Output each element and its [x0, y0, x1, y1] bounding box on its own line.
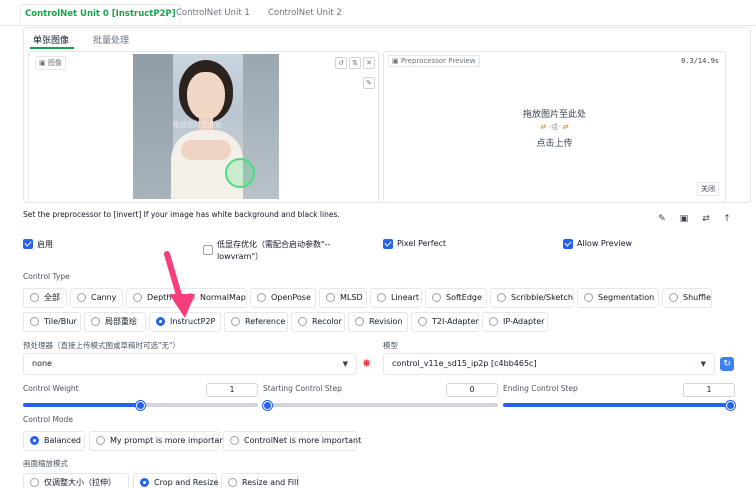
portrait-image: 拖放图片至此处: [133, 54, 279, 199]
click-upload[interactable]: 点击上传: [384, 136, 725, 149]
tab-unit-1[interactable]: ControlNet Unit 1: [172, 4, 254, 22]
upload-icon[interactable]: ↑: [720, 213, 734, 225]
control-mode-prompt[interactable]: My prompt is more important: [89, 431, 228, 451]
control-type-ip-adapter[interactable]: IP-Adapter: [482, 312, 548, 332]
pixel-perfect-checkbox[interactable]: [383, 239, 393, 249]
chevron-down-icon: ▼: [342, 360, 348, 368]
camera-icon[interactable]: ▣: [677, 213, 691, 225]
model-label: 模型: [383, 341, 398, 350]
control-type-inpaint[interactable]: 局部重绘: [84, 312, 146, 332]
preprocessor-label: 预处理器（直接上传模式图或草稿时可选"无"）: [23, 341, 180, 350]
control-type-reference[interactable]: Reference: [224, 312, 288, 332]
control-type-softedge[interactable]: SoftEdge: [425, 288, 487, 308]
preprocessor-select[interactable]: none ▼: [23, 353, 357, 375]
image-label-text: 图像: [47, 59, 62, 67]
invert-hint: Set the preprocessor to [invert] If your…: [23, 210, 340, 219]
close-icon[interactable]: ✕: [363, 57, 375, 69]
control-weight-slider[interactable]: [23, 400, 258, 410]
image-icon: ▣: [39, 59, 48, 67]
control-type-revision[interactable]: Revision: [348, 312, 408, 332]
control-type-scribble[interactable]: Scribble/Sketch: [490, 288, 574, 308]
resize-mode-label: 画面缩放模式: [23, 459, 68, 468]
model-value: control_v11e_sd15_ip2p [c4bb465c]: [392, 359, 537, 368]
refresh-icon[interactable]: ↻: [720, 357, 734, 371]
starting-step-label: Starting Control Step: [263, 384, 342, 393]
control-type-recolor[interactable]: Recolor: [291, 312, 345, 332]
allow-preview-checkbox[interactable]: [563, 239, 573, 249]
or-text-label: -或-: [548, 123, 561, 131]
control-type-shuffle[interactable]: Shuffle: [662, 288, 712, 308]
control-mode-balanced[interactable]: Balanced: [23, 431, 85, 451]
ending-step-input[interactable]: 1: [683, 383, 735, 397]
slider-thumb[interactable]: [136, 400, 145, 410]
subtab-single-image[interactable]: 单张图像: [33, 33, 69, 46]
explosion-icon[interactable]: ✸: [362, 357, 371, 370]
arrows-icon: ⇄: [560, 123, 569, 131]
subtab-underline: [30, 47, 74, 49]
control-mode-label: Control Mode: [23, 415, 73, 424]
ending-step-slider[interactable]: [503, 400, 735, 410]
preview-label: ▣ Preprocessor Preview: [388, 55, 480, 67]
slider-fill: [23, 403, 141, 407]
model-select[interactable]: control_v11e_sd15_ip2p [c4bb465c] ▼: [383, 353, 715, 375]
ending-step-label: Ending Control Step: [503, 384, 578, 393]
preview-label-text: Preprocessor Preview: [400, 57, 476, 65]
unit-tabbar: ControlNet Unit 0 [InstructP2P] ControlN…: [0, 0, 756, 26]
image-overlay-text: 拖放图片至此处: [173, 121, 222, 129]
control-type-openpose[interactable]: OpenPose: [250, 288, 316, 308]
low-vram-label: 低显存优化（需配合启动参数"--lowvram"）: [217, 240, 331, 261]
swap-icon[interactable]: ⇅: [349, 57, 361, 69]
control-type-canny[interactable]: Canny: [70, 288, 123, 308]
slider-thumb[interactable]: [726, 400, 735, 410]
control-mode-controlnet[interactable]: ControlNet is more important: [223, 431, 361, 451]
preprocessor-value: none: [32, 359, 52, 368]
tab-unit-0[interactable]: ControlNet Unit 0 [InstructP2P]: [20, 4, 181, 22]
control-weight-label: Control Weight: [23, 384, 79, 393]
swap-icon[interactable]: ⇄: [699, 213, 713, 225]
slider-fill: [503, 403, 735, 407]
enable-label: 启用: [37, 240, 53, 249]
edit-icon[interactable]: ✎: [655, 213, 669, 225]
image-icon: ▣: [392, 57, 401, 65]
slider-thumb[interactable]: [263, 400, 272, 410]
resize-mode-stretch[interactable]: 仅调整大小（拉伸）: [23, 473, 129, 488]
control-type-all[interactable]: 全部: [23, 288, 67, 308]
chevron-down-icon: ▼: [700, 360, 706, 368]
pixel-perfect-label: Pixel Perfect: [397, 239, 447, 248]
control-type-t2i-adapter[interactable]: T2I-Adapter: [411, 312, 479, 332]
control-type-tile-blur[interactable]: Tile/Blur: [23, 312, 81, 332]
resize-mode-fill[interactable]: Resize and Fill: [221, 473, 299, 488]
control-weight-input[interactable]: 1: [206, 383, 258, 397]
preview-time: 0.3/14.9s: [681, 57, 719, 65]
drop-text: 拖放图片至此处: [522, 110, 586, 120]
image-label: ▣ 图像: [35, 56, 66, 70]
undo-icon[interactable]: ↺: [335, 57, 347, 69]
subtab-batch[interactable]: 批量处理: [93, 33, 129, 46]
preprocessor-preview[interactable]: ▣ Preprocessor Preview 0.3/14.9s 拖放图片至此处…: [383, 51, 726, 203]
starting-step-slider[interactable]: [263, 400, 498, 410]
control-type-mlsd[interactable]: MLSD: [319, 288, 367, 308]
tab-unit-2[interactable]: ControlNet Unit 2: [264, 4, 346, 22]
resize-mode-crop[interactable]: Crop and Resize: [133, 473, 218, 488]
or-text: ⇄ -或- ⇄: [384, 122, 725, 132]
pointer-arrow: [164, 251, 195, 318]
control-type-lineart[interactable]: Lineart: [370, 288, 422, 308]
image-dropzone[interactable]: ▣ 图像 拖放图片至此处 ↺ ⇅ ✕ ✎: [28, 51, 379, 203]
close-button[interactable]: 关闭: [697, 182, 719, 196]
starting-step-input[interactable]: 0: [446, 383, 498, 397]
edit-icon[interactable]: ✎: [363, 77, 375, 89]
allow-preview-label: Allow Preview: [577, 239, 633, 248]
control-type-label: Control Type: [23, 272, 70, 281]
enable-checkbox[interactable]: [23, 239, 33, 249]
control-type-segmentation[interactable]: Segmentation: [577, 288, 659, 308]
